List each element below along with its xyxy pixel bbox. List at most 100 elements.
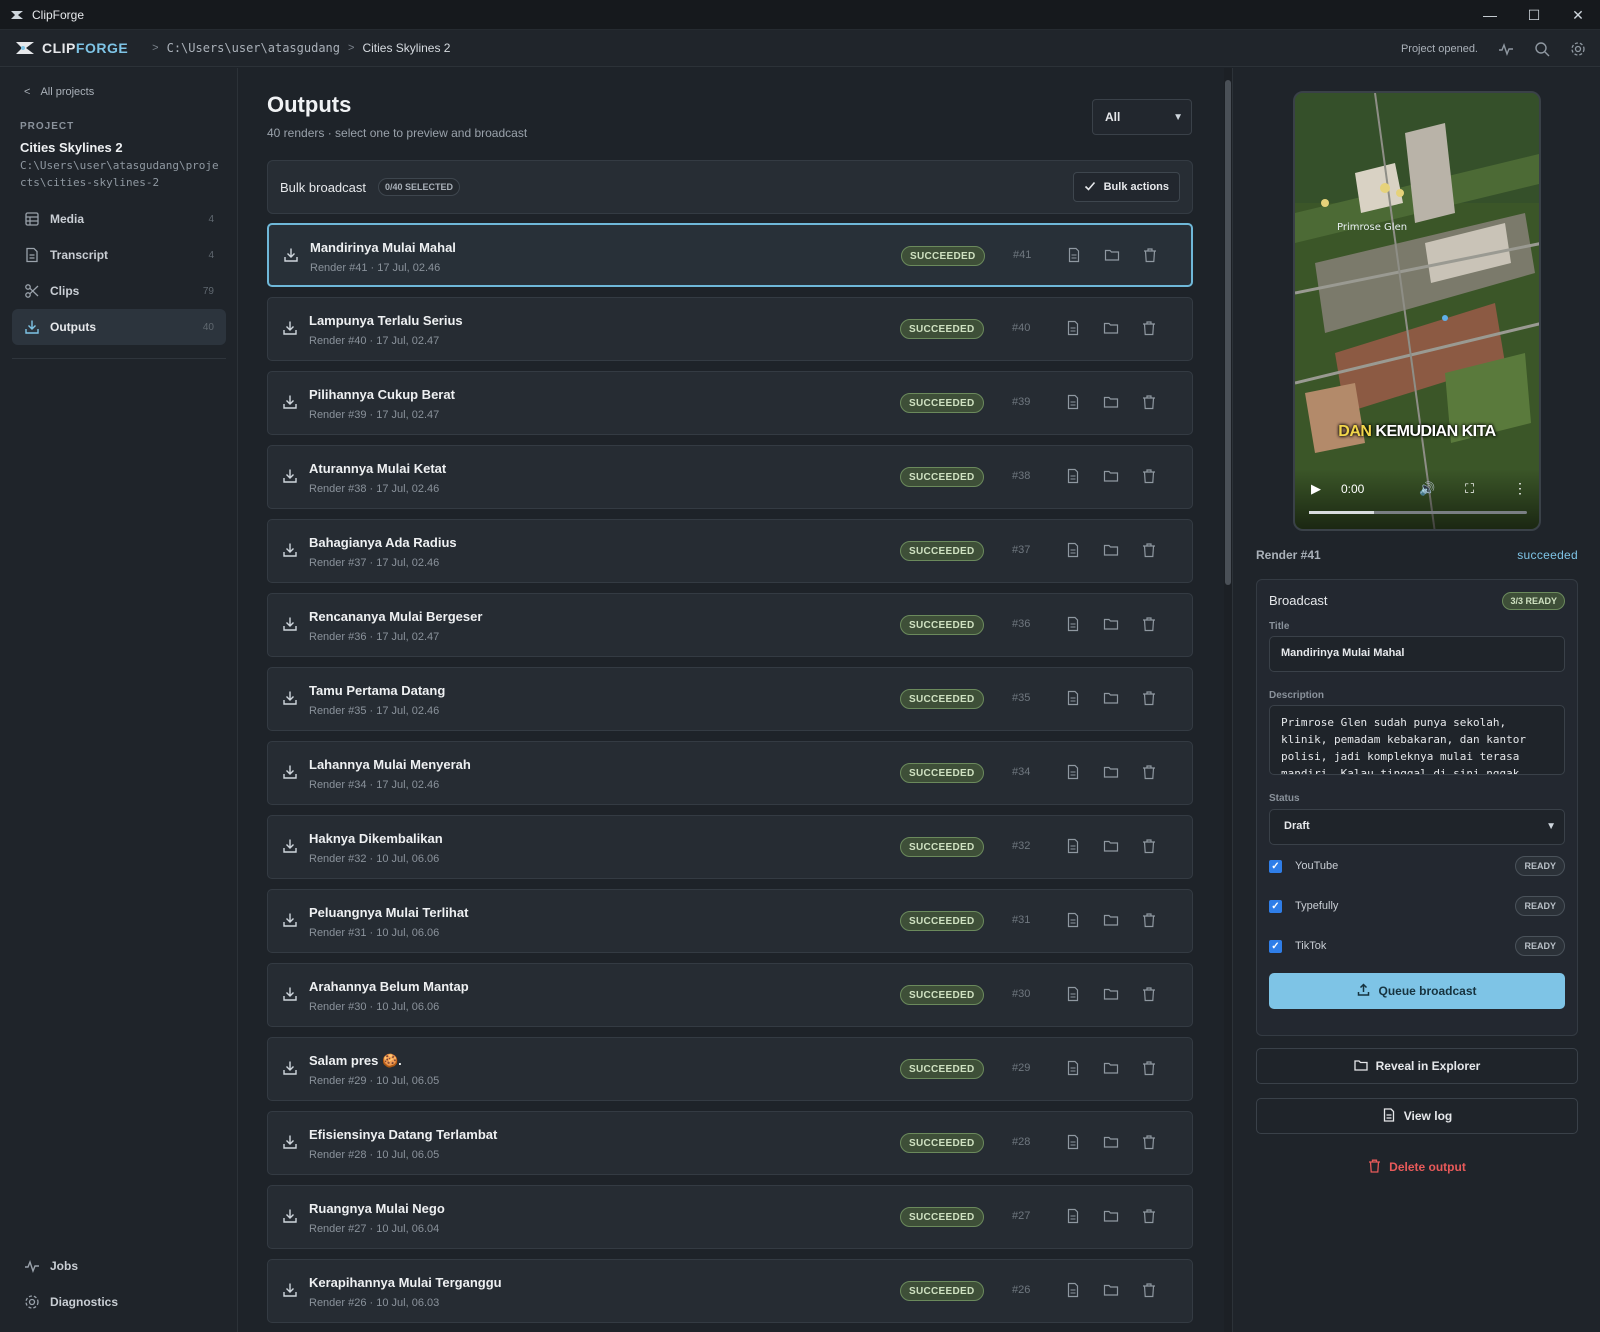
folder-icon[interactable] — [1103, 1134, 1119, 1150]
trash-icon[interactable] — [1141, 1282, 1157, 1298]
maximize-button[interactable]: ☐ — [1512, 0, 1556, 30]
minimize-button[interactable]: — — [1468, 0, 1512, 30]
video-player[interactable]: Primrose Glen DAN KEMUDIAN KITA ▶ 0:00 🔊… — [1293, 91, 1541, 531]
output-row[interactable]: Aturannya Mulai Ketat Render #38 · 17 Jul… — [267, 445, 1193, 509]
view-log-icon[interactable] — [1065, 986, 1081, 1002]
tiktok-checkbox[interactable]: ✓ — [1269, 939, 1282, 953]
folder-icon[interactable] — [1103, 1060, 1119, 1076]
trash-icon[interactable] — [1141, 912, 1157, 928]
sidebar-item-outputs[interactable]: Outputs 40 — [12, 309, 226, 345]
folder-icon[interactable] — [1103, 690, 1119, 706]
trash-icon[interactable] — [1142, 247, 1158, 263]
view-log-icon[interactable] — [1065, 1134, 1081, 1150]
activity-icon[interactable] — [1498, 41, 1514, 57]
output-row[interactable]: Kerapihannya Mulai Terganggu Render #26 ·… — [267, 1259, 1193, 1323]
download-icon[interactable] — [282, 838, 298, 854]
folder-icon[interactable] — [1103, 616, 1119, 632]
status-filter-select[interactable]: All ▼ — [1092, 99, 1192, 135]
folder-icon[interactable] — [1103, 394, 1119, 410]
gear-icon[interactable] — [1570, 41, 1586, 57]
view-log-button[interactable]: View log — [1256, 1098, 1578, 1134]
title-input[interactable]: Mandirinya Mulai Mahal — [1269, 636, 1565, 672]
sidebar-item-transcript[interactable]: Transcript 4 — [12, 237, 226, 273]
more-options-icon[interactable]: ⋮ — [1513, 480, 1527, 497]
reveal-in-explorer-button[interactable]: Reveal in Explorer — [1256, 1048, 1578, 1084]
download-icon[interactable] — [282, 764, 298, 780]
download-icon[interactable] — [282, 616, 298, 632]
trash-icon[interactable] — [1141, 1060, 1157, 1076]
status-select[interactable]: Draft ▼ — [1269, 809, 1565, 845]
breadcrumb-path[interactable]: C:\Users\user\atasgudang — [167, 41, 340, 55]
download-icon[interactable] — [283, 247, 299, 263]
download-icon[interactable] — [282, 542, 298, 558]
download-icon[interactable] — [282, 1060, 298, 1076]
search-icon[interactable] — [1534, 41, 1550, 57]
download-icon[interactable] — [282, 912, 298, 928]
output-row[interactable]: Bahagianya Ada Radius Render #37 · 17 Jul… — [267, 519, 1193, 583]
view-log-icon[interactable] — [1066, 247, 1082, 263]
queue-broadcast-button[interactable]: Queue broadcast — [1269, 973, 1565, 1009]
output-row[interactable]: Lahannya Mulai Menyerah Render #34 · 17 J… — [267, 741, 1193, 805]
close-button[interactable]: ✕ — [1556, 0, 1600, 30]
folder-icon[interactable] — [1103, 1282, 1119, 1298]
view-log-icon[interactable] — [1065, 616, 1081, 632]
volume-icon[interactable]: 🔊 — [1419, 481, 1435, 497]
trash-icon[interactable] — [1141, 838, 1157, 854]
output-row[interactable]: Ruangnya Mulai Nego Render #27 · 10 Jul, … — [267, 1185, 1193, 1249]
output-row[interactable]: Haknya Dikembalikan Render #32 · 10 Jul, … — [267, 815, 1193, 879]
sidebar-item-jobs[interactable]: Jobs — [12, 1248, 226, 1284]
output-row[interactable]: Tamu Pertama Datang Render #35 · 17 Jul, … — [267, 667, 1193, 731]
trash-icon[interactable] — [1141, 320, 1157, 336]
output-row[interactable]: Efisiensinya Datang Terlambat Render #28 … — [267, 1111, 1193, 1175]
bulk-actions-button[interactable]: Bulk actions — [1072, 172, 1180, 202]
download-icon[interactable] — [282, 468, 298, 484]
sidebar-item-diagnostics[interactable]: Diagnostics — [12, 1284, 226, 1320]
download-icon[interactable] — [282, 1282, 298, 1298]
fullscreen-icon[interactable]: ⛶ — [1465, 481, 1474, 497]
view-log-icon[interactable] — [1065, 764, 1081, 780]
trash-icon[interactable] — [1141, 616, 1157, 632]
output-row[interactable]: Mandirinya Mulai Mahal Render #41 · 17 Ju… — [267, 223, 1193, 287]
brand[interactable]: CLIP FORGE — [14, 37, 128, 59]
view-log-icon[interactable] — [1065, 690, 1081, 706]
trash-icon[interactable] — [1141, 542, 1157, 558]
youtube-checkbox[interactable]: ✓ — [1269, 859, 1282, 873]
platform-youtube[interactable]: ✓ YouTube READY — [1269, 854, 1565, 878]
typefully-checkbox[interactable]: ✓ — [1269, 899, 1282, 913]
view-log-icon[interactable] — [1065, 1208, 1081, 1224]
folder-icon[interactable] — [1103, 1208, 1119, 1224]
view-log-icon[interactable] — [1065, 912, 1081, 928]
list-scrollbar-thumb[interactable] — [1225, 80, 1231, 585]
delete-output-button[interactable]: Delete output — [1256, 1155, 1578, 1179]
platform-typefully[interactable]: ✓ Typefully READY — [1269, 894, 1565, 918]
folder-icon[interactable] — [1103, 764, 1119, 780]
folder-icon[interactable] — [1103, 468, 1119, 484]
view-log-icon[interactable] — [1065, 1060, 1081, 1076]
download-icon[interactable] — [282, 394, 298, 410]
view-log-icon[interactable] — [1065, 394, 1081, 410]
download-icon[interactable] — [282, 690, 298, 706]
folder-icon[interactable] — [1103, 986, 1119, 1002]
output-row[interactable]: Rencananya Mulai Bergeser Render #36 · 17… — [267, 593, 1193, 657]
download-icon[interactable] — [282, 986, 298, 1002]
download-icon[interactable] — [282, 1134, 298, 1150]
video-progress-bar[interactable] — [1309, 511, 1527, 514]
view-log-icon[interactable] — [1065, 320, 1081, 336]
trash-icon[interactable] — [1141, 1134, 1157, 1150]
play-icon[interactable]: ▶ — [1311, 481, 1321, 497]
trash-icon[interactable] — [1141, 986, 1157, 1002]
download-icon[interactable] — [282, 320, 298, 336]
folder-icon[interactable] — [1103, 320, 1119, 336]
output-row[interactable]: Pilihannya Cukup Berat Render #39 · 17 Ju… — [267, 371, 1193, 435]
output-row[interactable]: Lampunya Terlalu Serius Render #40 · 17 J… — [267, 297, 1193, 361]
view-log-icon[interactable] — [1065, 838, 1081, 854]
trash-icon[interactable] — [1141, 690, 1157, 706]
folder-icon[interactable] — [1103, 838, 1119, 854]
view-log-icon[interactable] — [1065, 542, 1081, 558]
trash-icon[interactable] — [1141, 394, 1157, 410]
output-row[interactable]: Salam pres 🍪. Render #29 · 10 Jul, 06.05 S… — [267, 1037, 1193, 1101]
folder-icon[interactable] — [1104, 247, 1120, 263]
view-log-icon[interactable] — [1065, 1282, 1081, 1298]
output-row[interactable]: Peluangnya Mulai Terlihat Render #31 · 10… — [267, 889, 1193, 953]
view-log-icon[interactable] — [1065, 468, 1081, 484]
